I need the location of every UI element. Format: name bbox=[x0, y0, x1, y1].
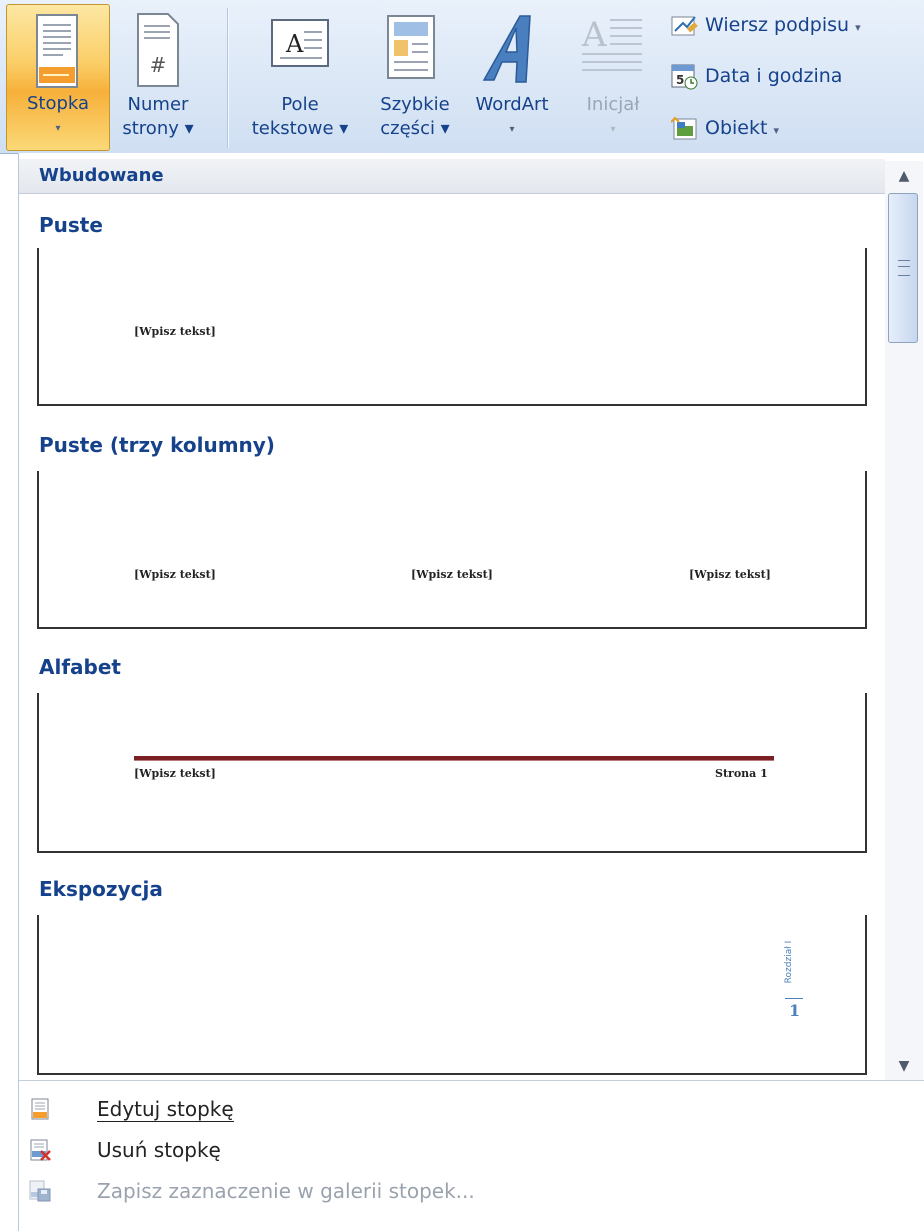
page-number-label-2: strony ▾ bbox=[122, 118, 194, 139]
quick-parts-button[interactable]: Szybkie części ▾ bbox=[366, 4, 464, 151]
wordart-button[interactable]: WordArt ▾ bbox=[466, 4, 558, 151]
edit-footer-text: Edytuj stopkę bbox=[97, 1097, 234, 1122]
remove-footer-text: Usuń stopkę bbox=[97, 1138, 221, 1162]
placeholder-text: [Wpisz tekst] bbox=[134, 568, 216, 581]
date-time-icon: 5 bbox=[671, 64, 698, 89]
page-number-icon: # bbox=[137, 13, 179, 87]
page-number-button[interactable]: # Numer strony ▾ bbox=[112, 4, 204, 151]
drop-cap-button[interactable]: A Inicjał ▾ bbox=[566, 4, 660, 151]
edit-footer-icon bbox=[31, 1098, 49, 1120]
footer-gallery: Wbudowane Puste [Wpisz tekst] Puste (trz… bbox=[18, 153, 924, 1231]
svg-text:#: # bbox=[150, 53, 167, 77]
svg-text:5: 5 bbox=[676, 73, 684, 87]
chevron-down-icon: ▾ bbox=[773, 124, 779, 137]
menu-divider bbox=[19, 1080, 924, 1081]
wordart-icon bbox=[482, 15, 531, 83]
footer-button[interactable]: Stopka ▾ bbox=[6, 4, 110, 151]
gallery-section-header: Wbudowane bbox=[19, 159, 885, 194]
page-number-label-1: Numer bbox=[127, 94, 189, 115]
placeholder-text: [Wpisz tekst] bbox=[411, 568, 493, 581]
chevron-down-icon: ▾ bbox=[55, 123, 61, 134]
object-button[interactable]: Obiekt ▾ bbox=[671, 113, 779, 143]
drop-cap-label: Inicjał bbox=[586, 94, 640, 115]
chevron-down-icon: ▾ bbox=[855, 21, 861, 34]
date-time-button[interactable]: 5 Data i godzina bbox=[671, 61, 842, 91]
gallery-item-exposition[interactable]: Rozdział I 1 bbox=[37, 915, 867, 1075]
placeholder-text: [Wpisz tekst] bbox=[134, 767, 216, 780]
gallery-section-title: Wbudowane bbox=[39, 165, 164, 186]
quick-parts-label-1: Szybkie bbox=[380, 94, 450, 115]
remove-footer-menu-item[interactable]: Usuń stopkę bbox=[19, 1130, 924, 1170]
scrollbar-thumb[interactable] bbox=[888, 193, 918, 343]
scroll-up-arrow-icon[interactable]: ▲ bbox=[885, 161, 923, 191]
save-to-gallery-menu-item[interactable]: Zapisz zaznaczenie w galerii stopek... bbox=[19, 1171, 924, 1211]
gallery-item-blank-three-columns[interactable]: [Wpisz tekst] [Wpisz tekst] [Wpisz tekst… bbox=[37, 471, 867, 629]
signature-line-button[interactable]: Wiersz podpisu ▾ bbox=[671, 10, 861, 40]
save-to-gallery-label: Zapisz zaznaczenie w galerii stopek... bbox=[97, 1179, 475, 1203]
chevron-down-icon: ▾ bbox=[610, 124, 616, 135]
gallery-item-title: Puste (trzy kolumny) bbox=[39, 433, 275, 457]
text-box-label-1: Pole bbox=[281, 94, 319, 115]
save-to-gallery-text: Zapisz zaznaczenie w galerii stopek... bbox=[97, 1179, 475, 1203]
save-to-gallery-icon bbox=[29, 1180, 51, 1202]
placeholder-text: [Wpisz tekst] bbox=[134, 325, 216, 338]
ribbon-separator bbox=[227, 8, 228, 148]
chevron-down-icon: ▾ bbox=[509, 124, 515, 135]
svg-text:A: A bbox=[285, 30, 304, 58]
text-box-button[interactable]: A Pole tekstowe ▾ bbox=[236, 4, 364, 151]
footer-button-label: Stopka bbox=[26, 93, 90, 114]
signature-line-label: Wiersz podpisu bbox=[705, 14, 850, 36]
gallery-item-alphabet[interactable]: [Wpisz tekst] Strona 1 bbox=[37, 693, 867, 853]
text-box-icon: A bbox=[271, 19, 329, 67]
footer-icon bbox=[36, 14, 78, 88]
gallery-item-title: Ekspozycja bbox=[39, 877, 163, 901]
vertical-chapter-label: Rozdział I bbox=[783, 935, 797, 995]
object-icon bbox=[671, 116, 697, 139]
remove-footer-icon bbox=[30, 1139, 51, 1161]
gallery-item-title: Puste bbox=[39, 213, 103, 237]
date-time-label: Data i godzina bbox=[705, 65, 843, 87]
quick-parts-icon bbox=[387, 15, 435, 79]
gallery-item-title: Alfabet bbox=[39, 655, 121, 679]
remove-footer-label: Usuń stopkę bbox=[97, 1138, 221, 1162]
scroll-down-arrow-icon[interactable]: ▼ bbox=[885, 1051, 923, 1081]
signature-line-icon bbox=[671, 15, 698, 35]
svg-text:A: A bbox=[581, 15, 607, 55]
divider bbox=[785, 998, 803, 999]
quick-parts-label-2: części ▾ bbox=[380, 118, 450, 139]
ribbon-insert-group: Stopka ▾ # Numer strony ▾ A Pole tekstow… bbox=[0, 0, 924, 154]
grip-icon bbox=[898, 260, 910, 276]
page-number: 1 bbox=[789, 1001, 801, 1020]
vertical-chapter-text: Rozdział I bbox=[784, 940, 794, 984]
page-label: Strona 1 bbox=[715, 767, 768, 780]
text-box-label-2: tekstowe ▾ bbox=[251, 118, 349, 139]
alphabet-rule bbox=[134, 756, 774, 760]
wordart-label: WordArt bbox=[475, 94, 549, 115]
gallery-item-blank[interactable]: [Wpisz tekst] bbox=[37, 248, 867, 406]
drop-cap-icon: A bbox=[581, 15, 642, 71]
gallery-scrollbar[interactable]: ▲ ▼ bbox=[885, 161, 923, 1081]
placeholder-text: [Wpisz tekst] bbox=[689, 568, 771, 581]
edit-footer-menu-item[interactable]: Edytuj stopkę bbox=[19, 1089, 924, 1129]
edit-footer-label: Edytuj stopkę bbox=[97, 1097, 234, 1122]
object-label: Obiekt bbox=[705, 117, 768, 139]
